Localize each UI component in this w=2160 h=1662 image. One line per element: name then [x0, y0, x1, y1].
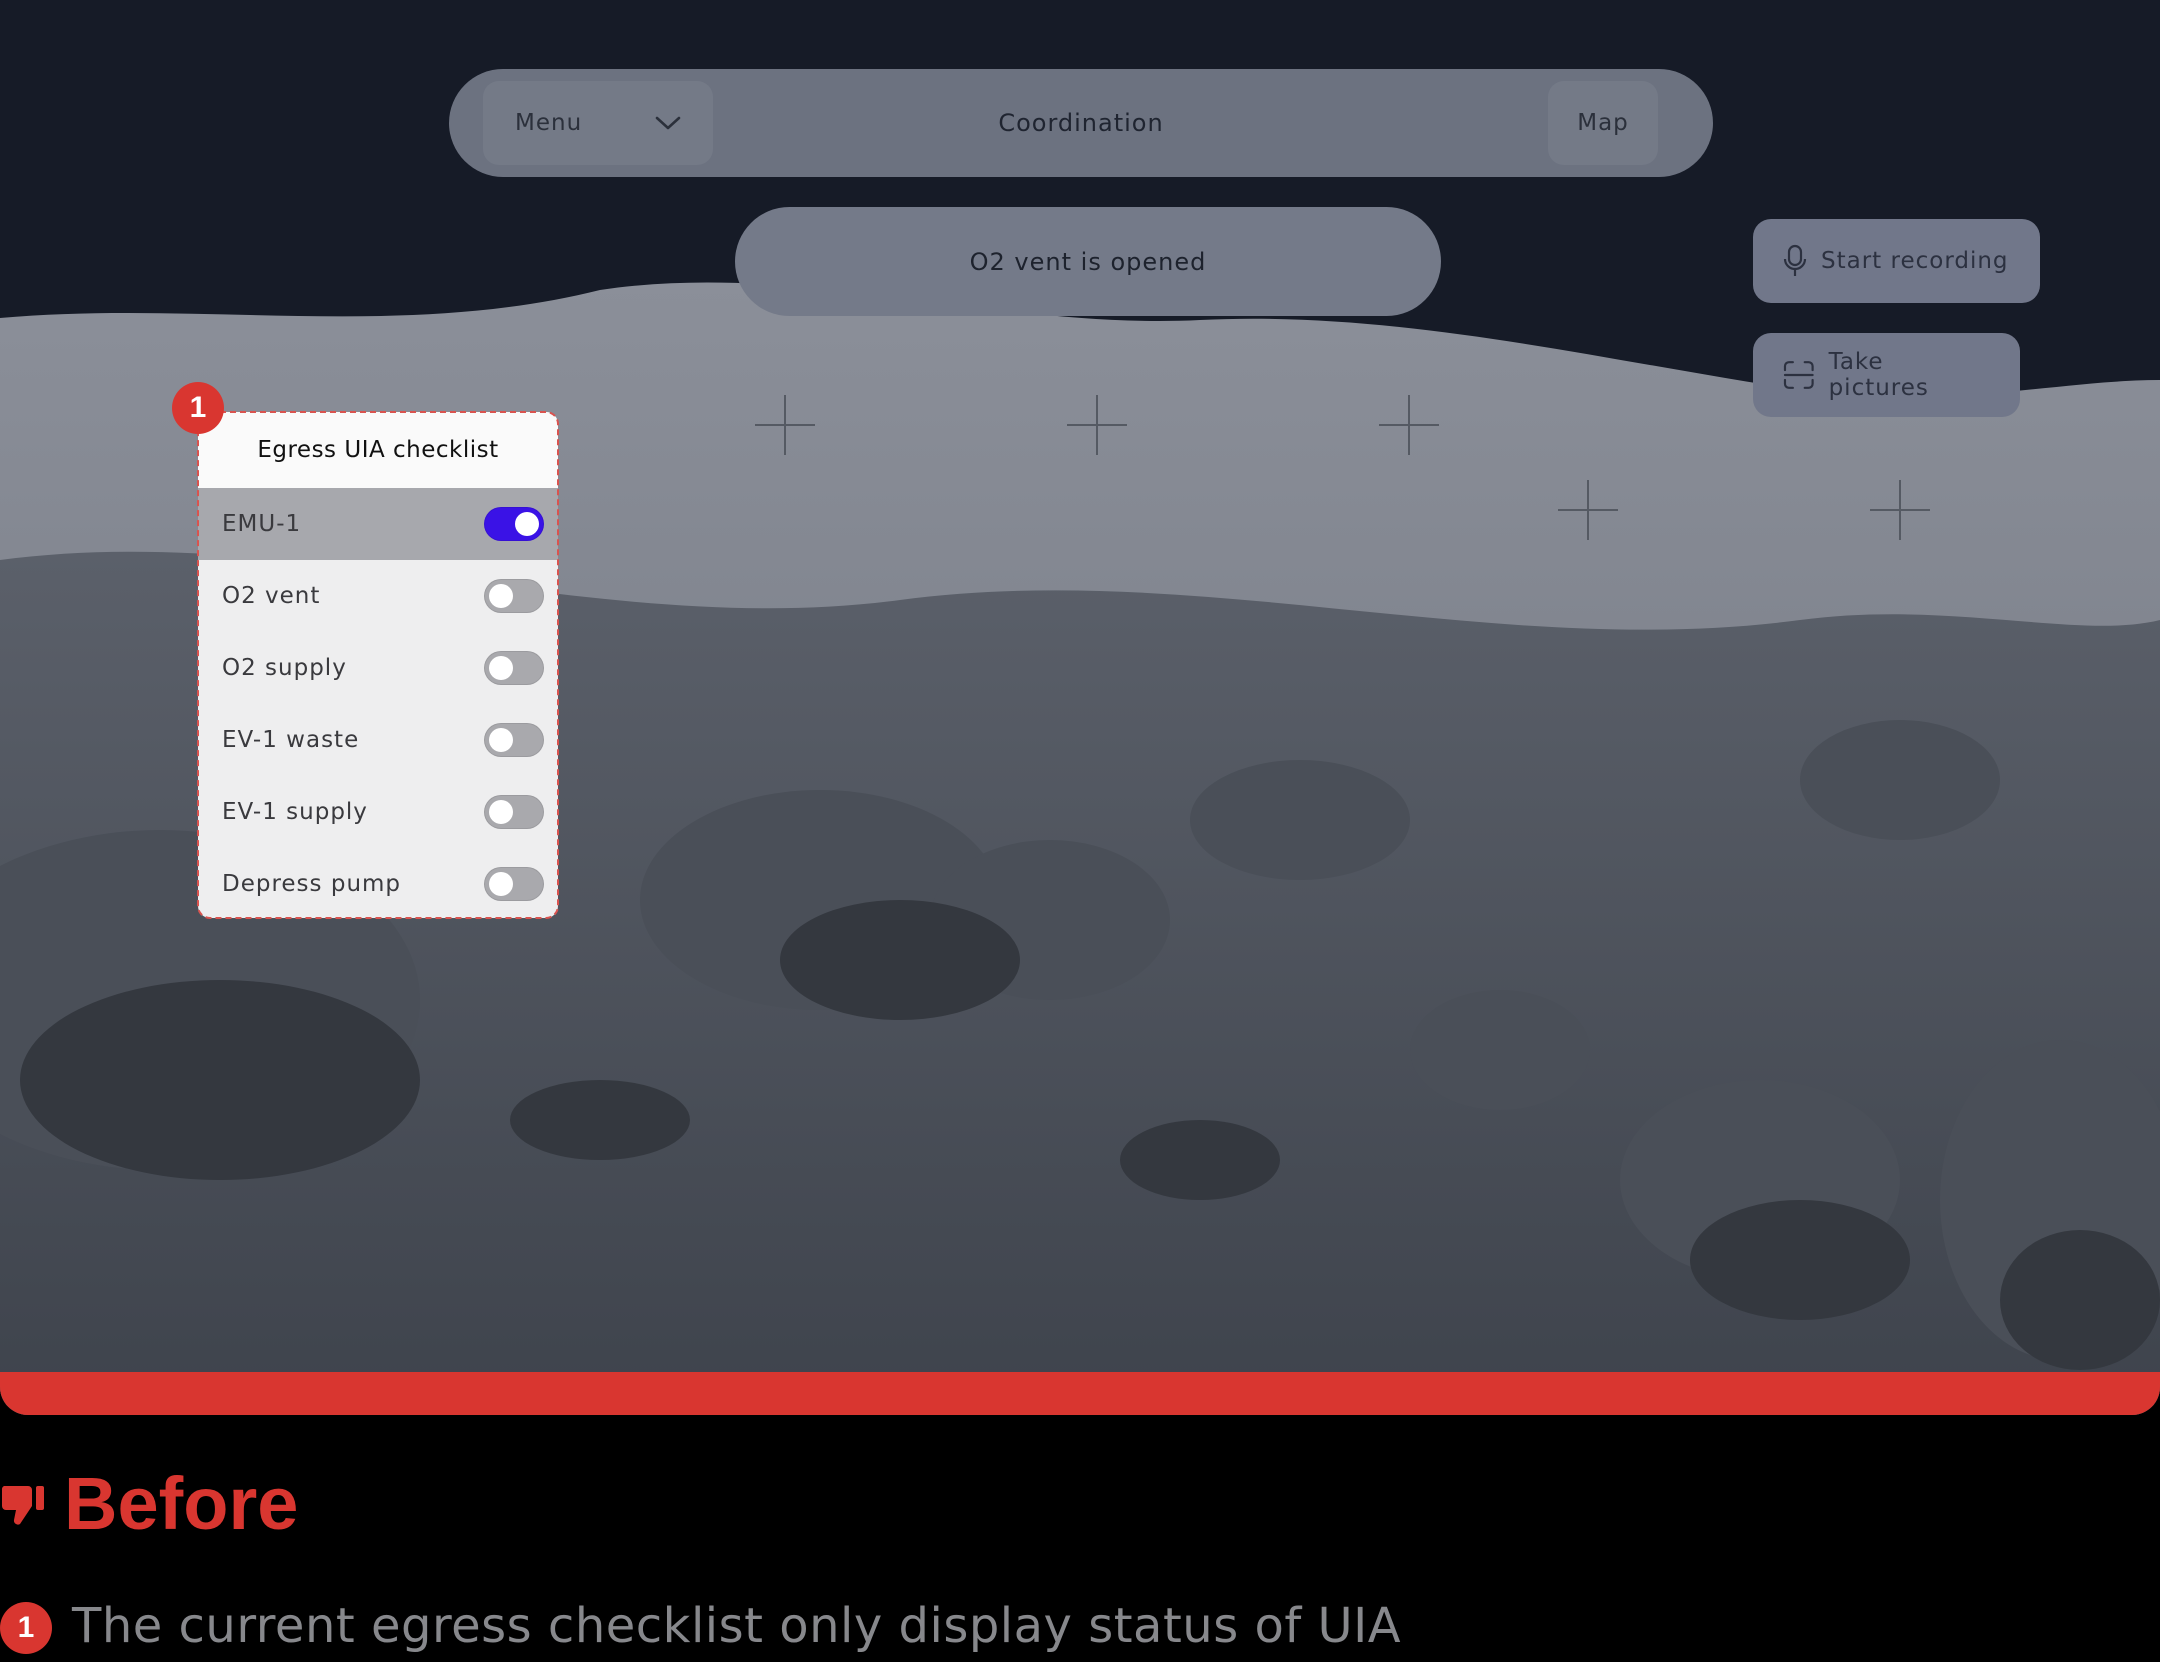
emu-1-toggle[interactable]: [484, 507, 544, 541]
checklist-title: Egress UIA checklist: [198, 412, 558, 488]
chevron-down-icon: [655, 116, 681, 130]
status-notification: O2 vent is opened: [735, 207, 1441, 316]
checklist-item-ev-1-supply[interactable]: EV-1 supply: [198, 776, 558, 848]
note-badge: 1: [0, 1602, 52, 1654]
menu-dropdown-button[interactable]: Menu: [483, 81, 713, 165]
depress-pump-toggle[interactable]: [484, 867, 544, 901]
checklist-item-label: O2 vent: [222, 583, 321, 609]
checklist-item-label: EV-1 supply: [222, 799, 368, 825]
menu-label: Menu: [515, 110, 583, 136]
checklist-item-label: EMU-1: [222, 511, 302, 537]
map-button[interactable]: Map: [1548, 81, 1658, 165]
take-pictures-button[interactable]: Take pictures: [1753, 333, 2020, 417]
before-heading: Before: [64, 1462, 299, 1545]
o2-supply-toggle[interactable]: [484, 651, 544, 685]
annotation-note: The current egress checklist only displa…: [72, 1598, 1402, 1654]
checklist-item-depress-pump[interactable]: Depress pump: [198, 848, 558, 918]
top-navigation-bar: Coordination Menu Map: [449, 69, 1713, 177]
microphone-icon: [1783, 244, 1807, 276]
checklist-item-label: O2 supply: [222, 655, 347, 681]
o2-vent-toggle[interactable]: [484, 579, 544, 613]
start-recording-button[interactable]: Start recording: [1753, 219, 2040, 303]
ev-1-supply-toggle[interactable]: [484, 795, 544, 829]
thumbs-down-icon: [1, 1486, 44, 1525]
camera-frame-icon: [1783, 361, 1814, 389]
ev-1-waste-toggle[interactable]: [484, 723, 544, 757]
checklist-item-o2-supply[interactable]: O2 supply: [198, 632, 558, 704]
checklist-item-emu-1[interactable]: EMU-1: [198, 488, 558, 560]
checklist-item-o2-vent[interactable]: O2 vent: [198, 560, 558, 632]
checklist-item-label: Depress pump: [222, 871, 402, 897]
status-message: O2 vent is opened: [969, 247, 1207, 276]
annotation-badge: 1: [172, 382, 224, 434]
section-divider-bar: [0, 1372, 2160, 1415]
start-recording-label: Start recording: [1821, 248, 2009, 274]
egress-uia-checklist-panel: Egress UIA checklist EMU-1 O2 vent O2 su…: [197, 411, 559, 919]
take-pictures-label: Take pictures: [1828, 349, 1929, 401]
checklist-item-label: EV-1 waste: [222, 727, 360, 753]
checklist-item-ev-1-waste[interactable]: EV-1 waste: [198, 704, 558, 776]
map-label: Map: [1577, 110, 1629, 136]
